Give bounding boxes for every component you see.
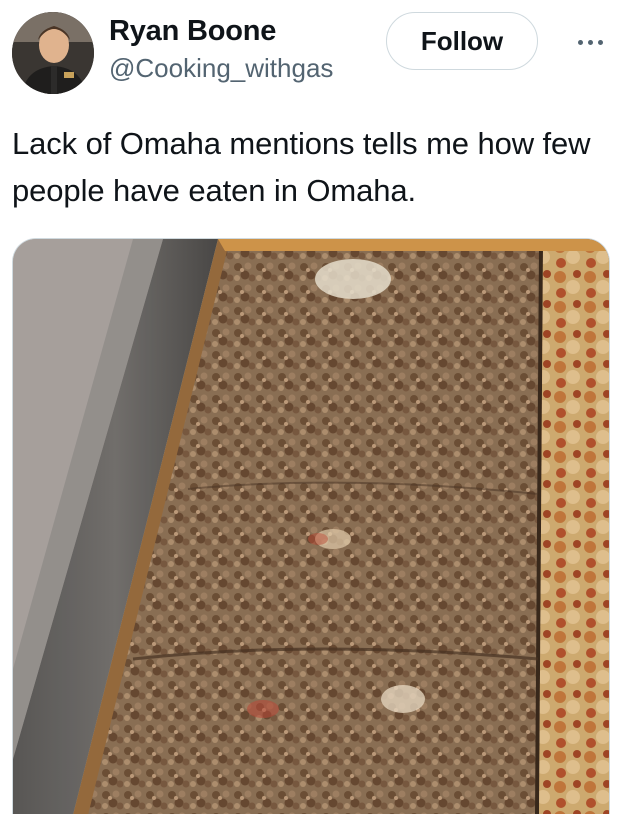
- tweet-media-image[interactable]: [12, 238, 610, 814]
- more-horizontal-icon[interactable]: [570, 30, 610, 54]
- tweet-header: Ryan Boone @Cooking_withgas Follow: [0, 0, 619, 100]
- author-display-name[interactable]: Ryan Boone: [109, 14, 379, 48]
- author-info: Ryan Boone @Cooking_withgas: [109, 14, 379, 83]
- more-dot: [577, 39, 583, 45]
- tweet-text: Lack of Omaha mentions tells me how few …: [12, 126, 591, 208]
- avatar[interactable]: [12, 12, 94, 94]
- pizza-photo: [13, 239, 609, 814]
- more-dot: [587, 39, 593, 45]
- more-dot: [597, 39, 603, 45]
- author-handle[interactable]: @Cooking_withgas: [109, 53, 379, 83]
- follow-button[interactable]: Follow: [386, 12, 538, 70]
- avatar-image: [12, 12, 94, 94]
